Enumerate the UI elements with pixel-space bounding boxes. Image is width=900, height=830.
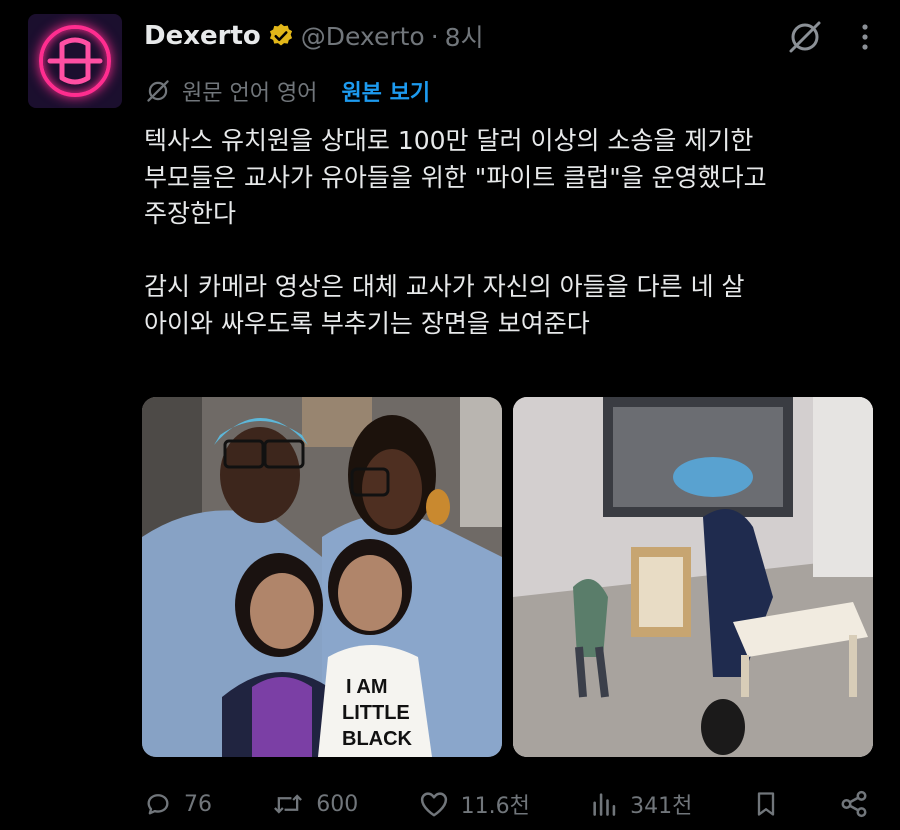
reply-button[interactable]: 76 (144, 790, 212, 818)
heart-icon (420, 792, 447, 817)
parents-photo-illustration: I AM LITTLE BLACK (142, 397, 502, 757)
classroom-photo-illustration (513, 397, 873, 757)
author-name[interactable]: Dexerto (144, 21, 261, 51)
reply-count: 76 (184, 791, 212, 817)
tweet-media: I AM LITTLE BLACK (142, 397, 873, 757)
author-handle[interactable]: @Dexerto (301, 22, 425, 51)
shirt-text-line-2: LITTLE (342, 702, 410, 724)
views-button[interactable]: 341천 (590, 788, 692, 820)
repost-button[interactable]: 600 (272, 790, 358, 818)
bookmark-button[interactable] (753, 790, 779, 818)
tweet-actions-bar: 76 600 11.6천 341천 (144, 784, 869, 824)
tweet-top-actions (786, 18, 870, 56)
tweet-time[interactable]: 8시 (445, 18, 484, 54)
like-button[interactable]: 11.6천 (419, 788, 530, 820)
views-count: 341천 (630, 794, 693, 819)
verified-badge-icon[interactable] (267, 22, 295, 50)
views-bar-icon (593, 793, 616, 816)
dexerto-logo-icon (47, 37, 103, 85)
repost-icon (274, 794, 303, 814)
like-count: 11.6천 (460, 794, 530, 819)
author-avatar[interactable] (28, 14, 122, 108)
media-photo-parents[interactable]: I AM LITTLE BLACK (142, 397, 502, 757)
show-original-link[interactable]: 원본 보기 (341, 75, 430, 107)
reply-icon (147, 794, 169, 815)
share-icon (841, 790, 867, 818)
translation-source-label: 원문 언어 영어 (182, 81, 318, 106)
more-vertical-icon[interactable] (860, 22, 870, 52)
bookmark-icon (757, 792, 774, 816)
translation-row: 원문 언어 영어 원본 보기 (144, 72, 430, 110)
grok-icon[interactable] (786, 18, 824, 56)
grok-translate-icon (147, 80, 169, 102)
media-surveillance-still[interactable] (513, 397, 873, 757)
shirt-text-line-1: I AM (346, 676, 387, 698)
tweet-body: 텍사스 유치원을 상대로 100만 달러 이상의 소송을 제기한 부모들은 교사… (144, 126, 767, 338)
separator-dot: · (430, 21, 439, 51)
shirt-text-line-3: BLACK (342, 728, 413, 750)
repost-count: 600 (316, 791, 359, 817)
tweet-header: Dexerto @Dexerto · 8시 (144, 16, 484, 56)
share-button[interactable] (839, 789, 869, 819)
